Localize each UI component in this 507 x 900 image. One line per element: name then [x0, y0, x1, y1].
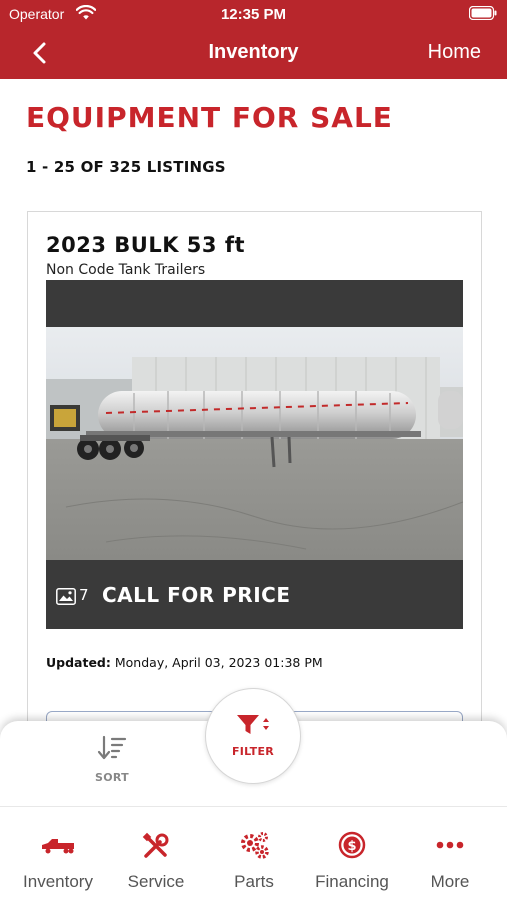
tab-more[interactable]: More	[400, 831, 500, 892]
tab-label-more: More	[430, 872, 470, 891]
gears-icon	[204, 831, 304, 861]
gallery-icon	[56, 588, 76, 609]
listing-photo[interactable]: 7 CALL FOR PRICE	[46, 280, 463, 629]
updated-date: Updated: Monday, April 03, 2023 01:38 PM	[46, 655, 323, 670]
filter-label: FILTER	[231, 745, 275, 758]
photo-count: 7	[79, 586, 89, 604]
updated-value: Monday, April 03, 2023 01:38 PM	[114, 655, 323, 670]
tab-service[interactable]: Service	[106, 831, 206, 892]
tab-bar: Inventory Service Parts $ Financing More	[0, 806, 507, 900]
listing-category: Non Code Tank Trailers	[46, 262, 206, 278]
sort-label: SORT	[95, 771, 129, 784]
photo-caption-bar: 7 CALL FOR PRICE	[46, 560, 463, 629]
tab-financing[interactable]: $ Financing	[302, 831, 402, 892]
back-icon[interactable]	[26, 38, 56, 68]
status-bar: Operator 12:35 PM	[0, 0, 507, 28]
battery-icon	[468, 5, 497, 24]
tab-parts[interactable]: Parts	[204, 831, 304, 892]
home-button[interactable]: Home	[428, 41, 481, 64]
tools-icon	[106, 831, 206, 861]
tab-inventory[interactable]: Inventory	[8, 831, 108, 892]
clock: 12:35 PM	[220, 6, 287, 23]
tab-label-financing: Financing	[315, 872, 389, 891]
dollar-icon: $	[302, 831, 402, 861]
filter-button[interactable]: FILTER	[205, 688, 301, 784]
listing-card[interactable]: 2023 BULK 53 ft Non Code Tank Trailers 7…	[27, 211, 482, 771]
more-icon	[400, 831, 500, 861]
navigation-bar: Inventory Home	[0, 30, 507, 76]
filter-icon	[206, 713, 300, 741]
listing-price: CALL FOR PRICE	[102, 583, 291, 607]
tab-label-inventory: Inventory	[23, 872, 93, 891]
tab-label-service: Service	[127, 872, 185, 891]
top-bar: Operator 12:35 PM Inventory Home	[0, 0, 507, 79]
truck-icon	[8, 831, 108, 861]
updated-label: Updated:	[46, 655, 111, 670]
listing-count: 1 - 25 OF 325 LISTINGS	[26, 158, 226, 176]
tank-trailer-image[interactable]	[46, 327, 463, 560]
sort-icon	[84, 735, 140, 765]
svg-text:$: $	[347, 839, 356, 854]
sort-button[interactable]: SORT	[84, 735, 140, 795]
section-heading: EQUIPMENT FOR SALE	[26, 101, 393, 134]
listing-title[interactable]: 2023 BULK 53 ft	[46, 233, 245, 257]
tab-label-parts: Parts	[234, 872, 274, 891]
